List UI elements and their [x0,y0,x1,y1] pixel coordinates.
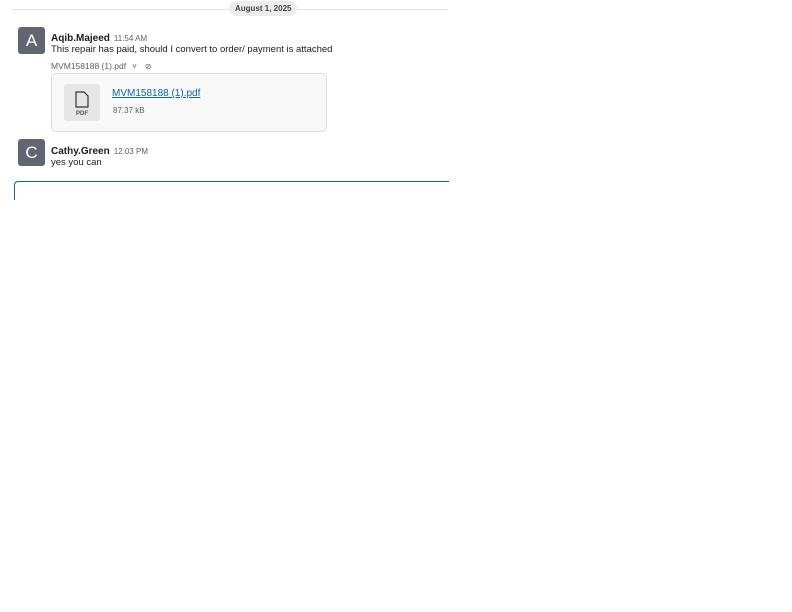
attachment-header: MVM158188 (1).pdf ˅ ⊘ [51,61,152,71]
document-icon [75,91,89,108]
file-type-label: PDF [76,111,88,117]
chat-pane: August 1, 2025 A Aqib.Majeed 11:54 AM Thi… [0,0,449,200]
link-icon[interactable]: ⊘ [145,62,152,71]
file-size: 87.37 kB [113,106,145,115]
sender-name[interactable]: Cathy.Green [51,146,110,157]
message-text: This repair has paid, should I convert t… [51,44,333,55]
message-timestamp[interactable]: 12:03 PM [114,147,148,156]
file-attachment-card[interactable]: PDF MVM158188 (1).pdf 87.37 kB [51,73,327,132]
message-composer[interactable] [14,181,449,200]
date-divider-label[interactable]: August 1, 2025 [229,1,298,16]
avatar[interactable]: A [18,27,45,54]
sender-name[interactable]: Aqib.Majeed [51,33,110,44]
message-text: yes you can [51,157,102,168]
attachment-title[interactable]: MVM158188 (1).pdf [51,61,126,71]
file-icon: PDF [64,84,100,121]
message-timestamp[interactable]: 11:54 AM [114,34,147,43]
chevron-down-icon[interactable]: ˅ [132,62,137,71]
file-name-link[interactable]: MVM158188 (1).pdf [112,88,200,99]
avatar[interactable]: C [18,139,45,166]
